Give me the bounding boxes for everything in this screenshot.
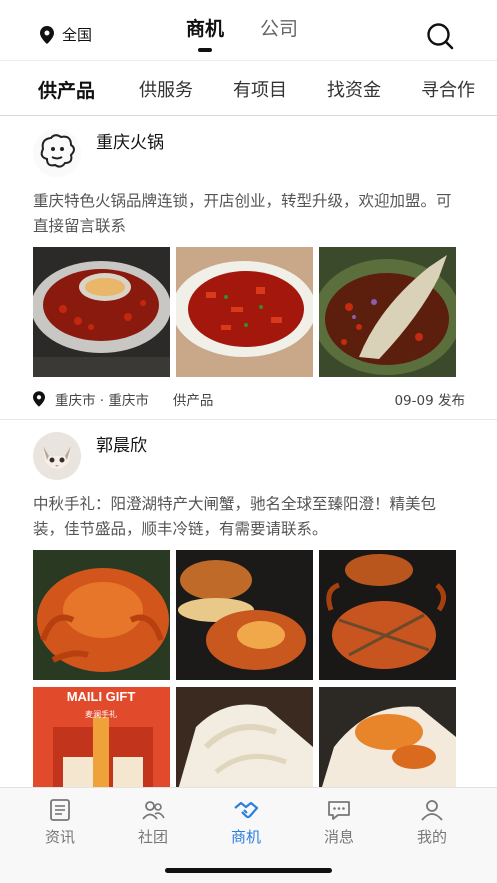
tab-messages[interactable]: 消息 bbox=[309, 798, 369, 847]
tab-business-label: 商机 bbox=[230, 828, 261, 846]
tab-community-label: 社团 bbox=[137, 828, 168, 846]
tab-business[interactable]: 商机 bbox=[216, 798, 276, 847]
lion-logo-icon bbox=[33, 129, 81, 177]
post-author: 郭晨欣 bbox=[96, 436, 147, 456]
business-feed: 重庆火锅 重庆特色火锅品牌连锁，开店创业，转型升级，欢迎加盟。可直接留言联系 重… bbox=[0, 117, 497, 787]
tab-profile[interactable]: 我的 bbox=[402, 798, 462, 847]
post-description: 重庆特色火锅品牌连锁，开店创业，转型升级，欢迎加盟。可直接留言联系 bbox=[33, 192, 452, 235]
message-icon bbox=[328, 801, 350, 820]
avatar[interactable] bbox=[33, 129, 81, 177]
location-pin-icon bbox=[33, 391, 45, 407]
tab-news-label: 资讯 bbox=[44, 828, 75, 846]
tab-messages-label: 消息 bbox=[323, 828, 354, 846]
post-description: 中秋手礼：阳澄湖特产大闸蟹，驰名全球至臻阳澄！精美包装，佳节盛品，顺丰冷链，有需… bbox=[33, 495, 437, 538]
category-projects[interactable]: 有项目 bbox=[233, 76, 287, 102]
crab-meat-image[interactable] bbox=[176, 687, 313, 787]
crab-tied-image[interactable] bbox=[319, 550, 456, 680]
tab-business[interactable]: 商机 bbox=[186, 14, 224, 52]
post-location: 重庆市 · 重庆市 bbox=[55, 393, 149, 409]
tab-company[interactable]: 公司 bbox=[260, 14, 298, 41]
fish-image[interactable] bbox=[319, 247, 456, 377]
tab-community[interactable]: 社团 bbox=[123, 798, 183, 847]
profile-icon bbox=[421, 800, 443, 821]
news-icon bbox=[50, 799, 70, 821]
tab-profile-label: 我的 bbox=[416, 828, 447, 846]
location-pin-icon bbox=[40, 25, 54, 44]
gift-box-subtext: 麦澜手礼 bbox=[85, 709, 117, 719]
crab-bowl-image[interactable] bbox=[176, 550, 313, 680]
chili-chicken-image[interactable] bbox=[176, 247, 313, 377]
hotpot-image[interactable] bbox=[33, 247, 170, 377]
community-icon bbox=[142, 801, 165, 820]
search-icon[interactable] bbox=[426, 22, 454, 50]
location-selector[interactable]: 全国 bbox=[40, 24, 92, 45]
gift-box-text: MAILI GIFT bbox=[67, 689, 136, 704]
location-label: 全国 bbox=[62, 26, 93, 44]
post-author: 重庆火锅 bbox=[96, 133, 164, 153]
cat-avatar-icon bbox=[33, 432, 81, 480]
tab-news[interactable]: 资讯 bbox=[30, 798, 90, 847]
avatar[interactable] bbox=[33, 432, 81, 480]
top-header: 全国 商机 公司 bbox=[0, 0, 497, 60]
feed-post[interactable]: 重庆火锅 重庆特色火锅品牌连锁，开店创业，转型升级，欢迎加盟。可直接留言联系 重… bbox=[0, 117, 497, 419]
category-find-funding[interactable]: 找资金 bbox=[327, 76, 381, 102]
post-date: 09-09 发布 bbox=[394, 393, 465, 409]
category-tabs: 供产品 供服务 有项目 找资金 寻合作 bbox=[0, 60, 497, 116]
category-partnership[interactable]: 寻合作 bbox=[421, 76, 475, 102]
gift-box-image[interactable]: MAILI GIFT 麦澜手礼 bbox=[33, 687, 170, 787]
category-supply-products[interactable]: 供产品 bbox=[38, 76, 95, 103]
crab-plate-image[interactable] bbox=[33, 550, 170, 680]
handshake-icon bbox=[234, 801, 259, 819]
feed-post[interactable]: 郭晨欣 中秋手礼：阳澄湖特产大闸蟹，驰名全球至臻阳澄！精美包装，佳节盛品，顺丰冷… bbox=[0, 420, 497, 787]
crab-roe-image[interactable] bbox=[319, 687, 456, 787]
home-indicator[interactable] bbox=[165, 868, 332, 873]
post-meta: 重庆市 · 重庆市 供产品 09-09 发布 bbox=[33, 389, 465, 409]
post-category: 供产品 bbox=[172, 393, 214, 409]
category-supply-services[interactable]: 供服务 bbox=[139, 76, 193, 102]
header-segment: 商机 公司 bbox=[186, 14, 298, 52]
